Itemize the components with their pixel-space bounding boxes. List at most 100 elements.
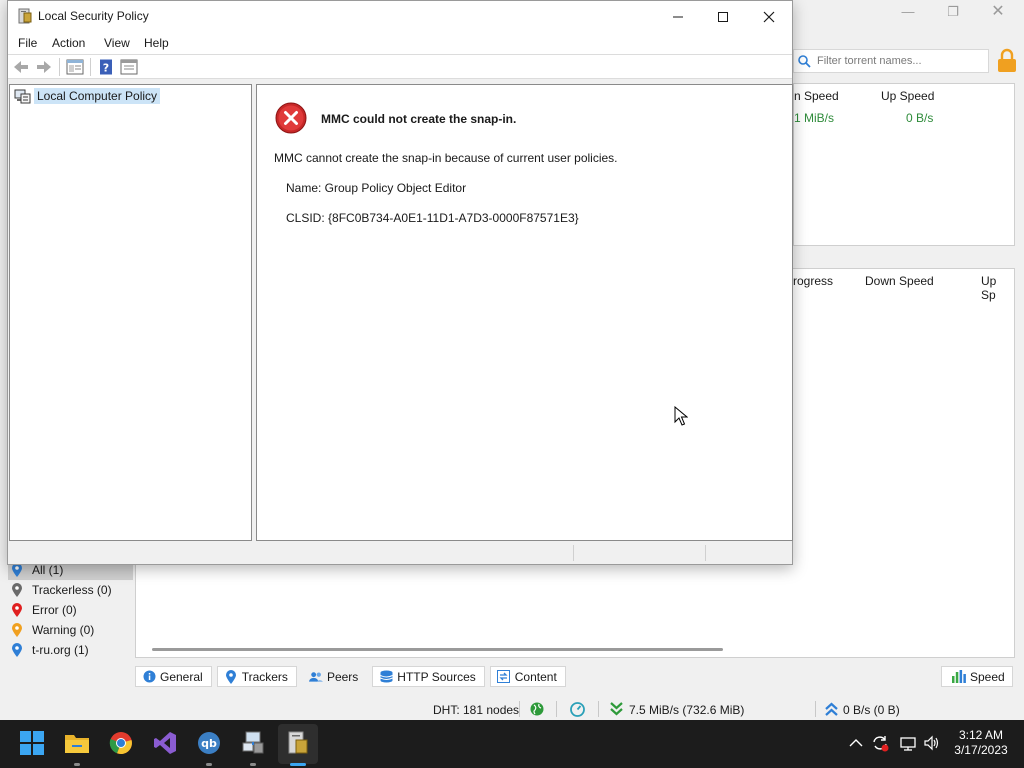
column-header-up-speed[interactable]: Up Speed: [881, 89, 934, 103]
location-pin-icon: [12, 603, 22, 617]
minimize-button[interactable]: [655, 1, 701, 32]
status-separator: [556, 701, 557, 717]
qb-restore-button[interactable]: ❐: [930, 2, 976, 22]
torrent-search-input[interactable]: Filter torrent names...: [793, 49, 989, 73]
upload-arrow-icon: [825, 702, 838, 716]
local-security-policy-window: Local Security Policy File Action View H…: [7, 0, 793, 565]
console-tree[interactable]: Local Computer Policy: [9, 84, 252, 541]
filter-label: Error (0): [32, 603, 77, 617]
server-icon: [379, 670, 393, 684]
toolbar-separator: [59, 58, 60, 76]
location-pin-icon: [224, 669, 238, 684]
filter-item-warning[interactable]: Warning (0): [8, 620, 133, 640]
back-arrow-icon[interactable]: [12, 59, 30, 75]
filter-label: All (1): [32, 563, 64, 577]
chevron-up-icon[interactable]: [847, 734, 865, 752]
tab-label: General: [160, 669, 203, 684]
show-hide-console-tree-icon[interactable]: [66, 59, 84, 75]
forward-arrow-icon[interactable]: [35, 59, 53, 75]
chrome-icon[interactable]: [108, 730, 134, 756]
bar-chart-icon: [952, 670, 966, 683]
menu-action[interactable]: Action: [52, 36, 85, 50]
show-action-pane-icon[interactable]: [120, 59, 138, 75]
security-policy-icon[interactable]: [285, 730, 311, 756]
tab-label: Content: [514, 669, 557, 684]
tab-trackers[interactable]: Trackers: [216, 666, 297, 687]
taskbar: qb 3:12 AM 3/17/2023: [0, 720, 1024, 768]
column-header-progress[interactable]: rogress: [793, 274, 833, 288]
tab-label: Peers: [326, 669, 359, 684]
qbittorrent-icon[interactable]: qb: [196, 730, 222, 756]
download-speed-status: 7.5 MiB/s (732.6 MiB): [629, 703, 745, 717]
tab-http-sources[interactable]: HTTP Sources: [372, 666, 485, 687]
tab-content[interactable]: Content: [489, 666, 566, 687]
location-pin-icon: [12, 623, 22, 637]
help-icon[interactable]: ?: [97, 59, 115, 75]
filter-item-error[interactable]: Error (0): [8, 600, 133, 620]
error-icon: [275, 102, 307, 134]
location-pin-icon: [12, 583, 22, 597]
file-explorer-icon[interactable]: [64, 730, 90, 756]
down-speed-value: 1 MiB/s: [794, 111, 835, 125]
network-tool-icon[interactable]: [240, 730, 266, 756]
menu-bar: File Action View Help: [8, 32, 792, 54]
toolbar: ?: [8, 54, 792, 79]
search-icon: [798, 54, 811, 68]
active-indicator: [290, 763, 306, 766]
title-bar[interactable]: Local Security Policy: [8, 1, 792, 32]
volume-icon[interactable]: [923, 734, 941, 752]
column-header-down-speed[interactable]: Down Speed: [865, 274, 934, 288]
filter-item-tracker[interactable]: t-ru.org (1): [8, 640, 133, 660]
running-indicator: [74, 763, 80, 766]
tab-peers[interactable]: Peers: [302, 666, 367, 687]
location-pin-icon: [12, 643, 22, 657]
menu-view[interactable]: View: [104, 36, 130, 50]
column-header-up-speed[interactable]: Up Sp: [981, 274, 1014, 302]
properties-tabs: General Trackers Peers HTTP Sources Cont…: [135, 666, 566, 688]
menu-file[interactable]: File: [18, 36, 37, 50]
tab-general[interactable]: General: [135, 666, 212, 687]
transfer-list-pane[interactable]: n Speed Up Speed 1 MiB/s 0 B/s: [793, 83, 1015, 246]
globe-icon[interactable]: [530, 702, 544, 716]
system-clock[interactable]: 3:12 AM 3/17/2023: [946, 728, 1016, 758]
sync-icon[interactable]: [871, 734, 889, 752]
lsp-status-bar: [8, 542, 792, 564]
dht-status: DHT: 181 nodes: [433, 703, 520, 717]
qb-minimize-button[interactable]: —: [885, 2, 931, 22]
windows-start-icon[interactable]: [19, 730, 45, 756]
tab-label: HTTP Sources: [397, 669, 476, 684]
running-indicator: [250, 763, 256, 766]
svg-text:qb: qb: [201, 737, 217, 750]
network-icon[interactable]: [899, 734, 917, 752]
tree-item-local-computer-policy[interactable]: Local Computer Policy: [14, 87, 161, 105]
filter-item-trackerless[interactable]: Trackerless (0): [8, 580, 133, 600]
speed-limit-icon[interactable]: [570, 702, 585, 717]
window-title: Local Security Policy: [38, 9, 149, 23]
computer-policy-icon: [14, 89, 31, 103]
tab-label: Trackers: [241, 669, 288, 684]
status-separator: [598, 701, 599, 717]
speed-graph-button[interactable]: Speed: [941, 666, 1013, 687]
minimize-icon: [673, 16, 683, 17]
menu-help[interactable]: Help: [144, 36, 169, 50]
close-button[interactable]: [746, 1, 792, 32]
status-separator: [519, 701, 520, 717]
refresh-icon: [497, 670, 511, 684]
tree-item-label: Local Computer Policy: [34, 88, 161, 104]
filter-label: Trackerless (0): [32, 583, 112, 597]
filter-label: t-ru.org (1): [32, 643, 89, 657]
qb-close-button[interactable]: ✕: [975, 2, 1021, 22]
error-snapin-name: Name: Group Policy Object Editor: [286, 181, 467, 195]
running-indicator: [206, 763, 212, 766]
clock-date: 3/17/2023: [954, 743, 1008, 757]
visual-studio-icon[interactable]: [152, 730, 178, 756]
lock-icon[interactable]: [996, 48, 1018, 74]
tracker-filter-list: All (1) Trackerless (0) Error (0) Warnin…: [8, 560, 133, 660]
maximize-button[interactable]: [700, 1, 746, 32]
info-icon: [142, 670, 156, 684]
column-header-down-speed[interactable]: n Speed: [794, 89, 839, 103]
up-speed-value: 0 B/s: [906, 111, 934, 125]
mouse-cursor-icon: [674, 406, 688, 426]
horizontal-scrollbar[interactable]: [152, 648, 723, 651]
result-pane: MMC could not create the snap-in. MMC ca…: [256, 84, 793, 541]
